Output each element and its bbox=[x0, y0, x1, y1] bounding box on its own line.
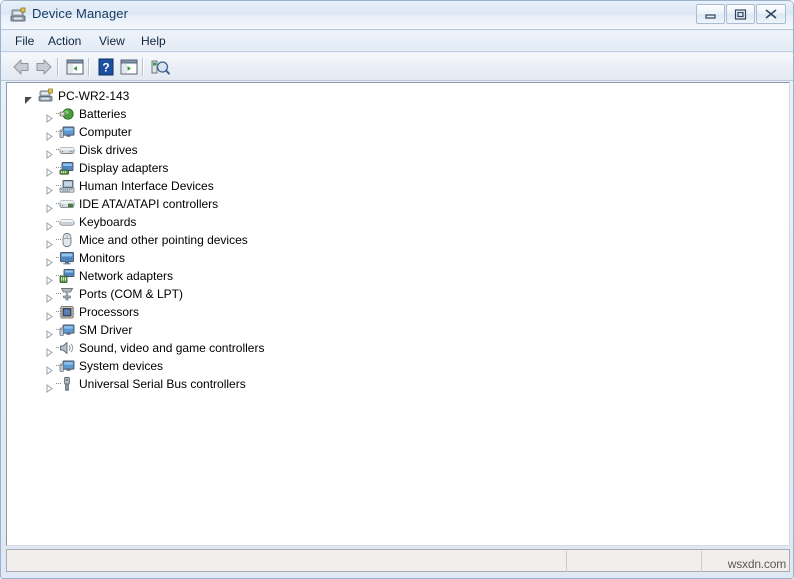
network-adapter-icon bbox=[59, 268, 75, 284]
toolbar-separator-2 bbox=[88, 58, 90, 76]
hid-icon bbox=[59, 178, 75, 194]
expand-collapse-icon[interactable] bbox=[45, 254, 54, 267]
close-button[interactable] bbox=[756, 4, 786, 24]
tree-item-sm-driver[interactable]: SM Driver bbox=[7, 321, 789, 339]
tree-root-label: PC-WR2-143 bbox=[58, 89, 130, 103]
expand-collapse-icon[interactable] bbox=[45, 110, 54, 123]
tree-item-label: Disk drives bbox=[79, 143, 138, 157]
expand-collapse-icon[interactable] bbox=[45, 272, 54, 285]
tree-root-node[interactable]: PC-WR2-143 bbox=[7, 87, 789, 105]
tree-item-label: Batteries bbox=[79, 107, 127, 121]
menu-bar: File Action View Help bbox=[1, 31, 793, 52]
tree-item-monitors[interactable]: Monitors bbox=[7, 249, 789, 267]
properties-button[interactable] bbox=[118, 56, 140, 78]
processor-icon bbox=[59, 304, 75, 320]
keyboard-icon bbox=[59, 214, 75, 230]
expand-collapse-icon[interactable] bbox=[45, 128, 54, 141]
status-bar: wsxdn.com bbox=[6, 549, 790, 572]
help-button[interactable]: ? bbox=[95, 56, 117, 78]
tree-item-label: System devices bbox=[79, 359, 164, 373]
expand-collapse-icon[interactable] bbox=[45, 146, 54, 159]
device-tree-panel[interactable]: PC-WR2-143 Batteries Computer Disk drive… bbox=[6, 82, 790, 546]
tree-item-label: IDE ATA/ATAPI controllers bbox=[79, 197, 219, 211]
expand-collapse-icon[interactable] bbox=[45, 236, 54, 249]
show-console-tree-button[interactable] bbox=[64, 56, 86, 78]
tree-item-sound-video-game-controllers[interactable]: Sound, video and game controllers bbox=[7, 339, 789, 357]
tree-item-label: Monitors bbox=[79, 251, 126, 265]
tree-item-keyboards[interactable]: Keyboards bbox=[7, 213, 789, 231]
computer-icon bbox=[59, 358, 75, 374]
ide-controller-icon bbox=[59, 196, 75, 212]
tree-item-usb-controllers[interactable]: Universal Serial Bus controllers bbox=[7, 375, 789, 393]
battery-icon bbox=[59, 106, 75, 122]
tree-item-label: Processors bbox=[79, 305, 140, 319]
expand-collapse-icon[interactable] bbox=[45, 200, 54, 213]
tree-item-label: Display adapters bbox=[79, 161, 169, 175]
computer-icon bbox=[59, 124, 75, 140]
port-icon bbox=[59, 286, 75, 302]
toolbar-separator-3 bbox=[142, 58, 144, 76]
usb-icon bbox=[59, 376, 75, 392]
tree-item-label: Computer bbox=[79, 125, 132, 139]
toolbar: ? bbox=[1, 53, 793, 81]
tree-item-label: Sound, video and game controllers bbox=[79, 341, 265, 355]
tree-item-processors[interactable]: Processors bbox=[7, 303, 789, 321]
expand-collapse-icon[interactable] bbox=[45, 362, 54, 375]
watermark: wsxdn.com bbox=[727, 557, 786, 571]
tree-item-label: Universal Serial Bus controllers bbox=[79, 377, 246, 391]
display-adapter-icon bbox=[59, 160, 75, 176]
tree-item-label: Network adapters bbox=[79, 269, 174, 283]
menu-action[interactable]: Action bbox=[43, 33, 86, 50]
tree-item-label: Keyboards bbox=[79, 215, 137, 229]
tree-item-display-adapters[interactable]: Display adapters bbox=[7, 159, 789, 177]
window-title: Device Manager bbox=[32, 6, 129, 21]
device-manager-icon bbox=[10, 7, 27, 24]
expand-collapse-icon[interactable] bbox=[24, 92, 33, 104]
expand-collapse-icon[interactable] bbox=[45, 218, 54, 231]
device-tree: PC-WR2-143 Batteries Computer Disk drive… bbox=[7, 87, 789, 393]
speaker-icon bbox=[59, 340, 75, 356]
toolbar-separator-1 bbox=[57, 58, 59, 76]
tree-item-label: SM Driver bbox=[79, 323, 133, 337]
tree-item-label: Ports (COM & LPT) bbox=[79, 287, 184, 301]
computer-root-icon bbox=[38, 88, 54, 104]
expand-collapse-icon[interactable] bbox=[45, 380, 54, 393]
tree-item-mice[interactable]: Mice and other pointing devices bbox=[7, 231, 789, 249]
expand-collapse-icon[interactable] bbox=[45, 308, 54, 321]
expand-collapse-icon[interactable] bbox=[45, 290, 54, 303]
status-separator-2 bbox=[701, 551, 702, 572]
tree-item-label: Human Interface Devices bbox=[79, 179, 214, 193]
tree-item-label: Mice and other pointing devices bbox=[79, 233, 248, 247]
maximize-button[interactable] bbox=[726, 4, 755, 24]
computer-icon bbox=[59, 322, 75, 338]
tree-item-human-interface-devices[interactable]: Human Interface Devices bbox=[7, 177, 789, 195]
forward-button[interactable] bbox=[33, 56, 55, 78]
tree-item-system-devices[interactable]: System devices bbox=[7, 357, 789, 375]
disk-drive-icon bbox=[59, 142, 75, 158]
status-separator-1 bbox=[566, 551, 567, 572]
expand-collapse-icon[interactable] bbox=[45, 182, 54, 195]
back-button[interactable] bbox=[10, 56, 32, 78]
expand-collapse-icon[interactable] bbox=[45, 344, 54, 357]
tree-item-network-adapters[interactable]: Network adapters bbox=[7, 267, 789, 285]
expand-collapse-icon[interactable] bbox=[45, 326, 54, 339]
menu-view[interactable]: View bbox=[94, 33, 130, 50]
monitor-icon bbox=[59, 250, 75, 266]
expand-collapse-icon[interactable] bbox=[45, 164, 54, 177]
tree-item-ide-controllers[interactable]: IDE ATA/ATAPI controllers bbox=[7, 195, 789, 213]
tree-item-ports[interactable]: Ports (COM & LPT) bbox=[7, 285, 789, 303]
tree-item-batteries[interactable]: Batteries bbox=[7, 105, 789, 123]
tree-item-disk-drives[interactable]: Disk drives bbox=[7, 141, 789, 159]
mouse-icon bbox=[59, 232, 75, 248]
minimize-button[interactable] bbox=[696, 4, 725, 24]
svg-text:?: ? bbox=[102, 61, 109, 75]
title-bar[interactable]: Device Manager bbox=[1, 1, 793, 30]
scan-hardware-button[interactable] bbox=[149, 56, 171, 78]
tree-item-computer[interactable]: Computer bbox=[7, 123, 789, 141]
menu-file[interactable]: File bbox=[10, 33, 39, 50]
device-manager-window: Device Manager File Action View Help ? P… bbox=[0, 0, 794, 579]
menu-help[interactable]: Help bbox=[136, 33, 171, 50]
